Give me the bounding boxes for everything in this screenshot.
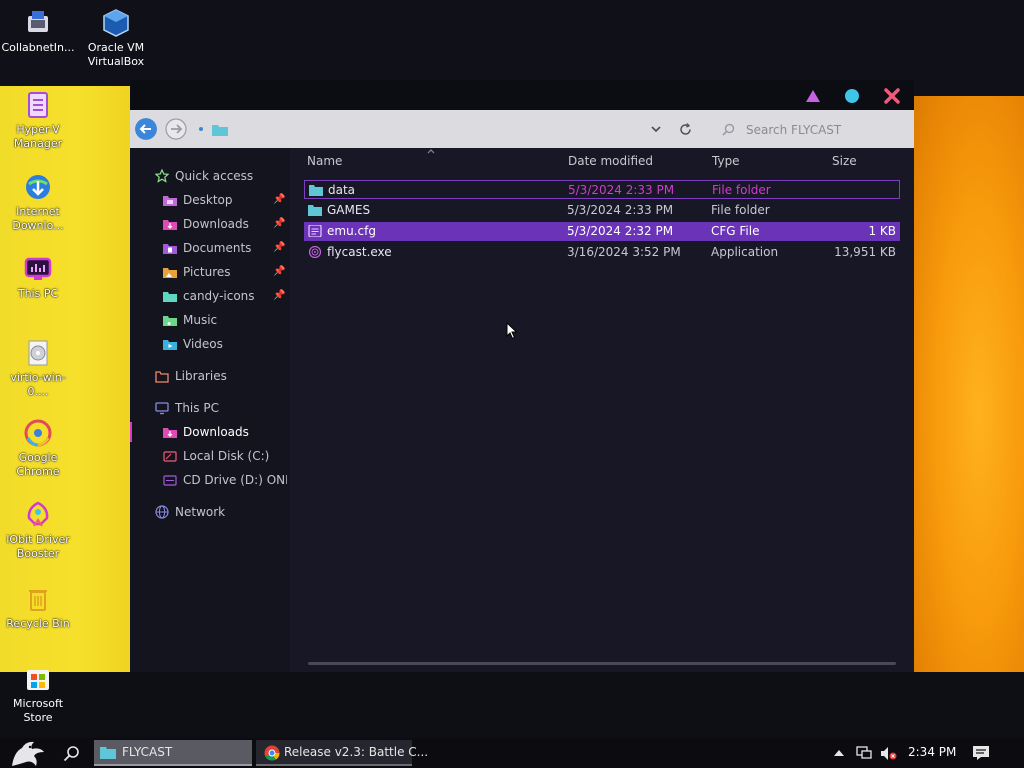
- nav-desktop[interactable]: Desktop 📌: [163, 190, 285, 210]
- minimize-icon[interactable]: [804, 87, 822, 105]
- pictures-folder-icon: [163, 268, 177, 278]
- pin-icon[interactable]: 📌: [273, 214, 285, 234]
- nav-cd-drive[interactable]: CD Drive (D:) ONE_I: [163, 470, 287, 490]
- downloads-folder-icon: [163, 220, 177, 230]
- file-row-games[interactable]: GAMES 5/3/2024 2:33 PM File folder: [304, 201, 900, 220]
- desktop-icon-virtio[interactable]: virtio-win-0....: [0, 338, 76, 399]
- folder-icon: [308, 205, 322, 216]
- pin-icon[interactable]: 📌: [273, 262, 285, 282]
- file-row-emu-cfg[interactable]: emu.cfg 5/3/2024 2:32 PM CFG File 1 KB: [304, 222, 900, 241]
- taskbar-button-explorer[interactable]: FLYCAST: [94, 740, 252, 766]
- forward-arrow-icon[interactable]: [165, 118, 187, 140]
- desktop-icon-internet-download[interactable]: Internet Downlo...: [0, 172, 76, 233]
- mouse-cursor-icon: [506, 322, 518, 340]
- desktop-icon-virtualbox[interactable]: Oracle VM VirtualBox: [78, 8, 154, 69]
- sort-chevron-icon: [427, 149, 435, 154]
- chrome-icon: [24, 419, 52, 447]
- collabnet-icon: [28, 11, 48, 32]
- search-icon[interactable]: [63, 745, 80, 762]
- text-file-icon: [308, 225, 322, 237]
- desktop-folder-icon: [163, 196, 177, 206]
- column-header-date[interactable]: Date modified: [568, 154, 653, 168]
- close-icon[interactable]: [883, 87, 901, 105]
- taskbar-clock[interactable]: 2:34 PM: [908, 745, 956, 759]
- star-icon: [155, 169, 169, 183]
- back-arrow-icon[interactable]: [135, 118, 157, 140]
- taskbar-button-chrome[interactable]: Release v2.3: Battle C...: [256, 740, 428, 766]
- refresh-icon[interactable]: [679, 123, 692, 136]
- desktop-icon-recycle-bin[interactable]: Recycle Bin: [0, 584, 76, 631]
- microsoft-store-icon: [27, 670, 49, 690]
- file-row-data[interactable]: data 5/3/2024 2:33 PM File folder: [304, 180, 900, 199]
- search-icon: [722, 123, 735, 136]
- flycast-app-icon: [308, 246, 322, 258]
- documents-folder-icon: [163, 244, 177, 254]
- file-list: Name Date modified Type Size data 5/3/20…: [290, 148, 914, 672]
- desktop-icon-chrome[interactable]: Google Chrome: [0, 418, 76, 479]
- notifications-icon[interactable]: [972, 745, 990, 761]
- search-box[interactable]: [714, 118, 910, 140]
- chevron-down-icon[interactable]: [650, 124, 662, 134]
- pin-icon[interactable]: 📌: [273, 190, 285, 210]
- monitor-icon: [155, 402, 169, 415]
- file-explorer-window: Quick access Desktop 📌 Downloads 📌 Docum…: [130, 80, 914, 672]
- folder-icon: [100, 747, 116, 759]
- cd-drive-icon: [163, 475, 177, 486]
- libraries-icon: [155, 371, 169, 383]
- nav-candy-icons[interactable]: candy-icons 📌: [163, 286, 285, 306]
- music-folder-icon: [163, 316, 177, 326]
- videos-folder-icon: [163, 340, 177, 350]
- internet-download-manager-icon: [26, 175, 50, 199]
- selection-indicator: [130, 422, 132, 442]
- desktop-icon-hyperv[interactable]: Hyper-V Manager: [0, 90, 76, 151]
- drive-icon: [163, 451, 177, 462]
- wallpaper-dark-strip: [0, 672, 1024, 738]
- nav-downloads[interactable]: Downloads 📌: [163, 214, 285, 234]
- address-bar: [130, 110, 914, 148]
- column-header-name[interactable]: Name: [307, 154, 342, 168]
- search-input[interactable]: [744, 120, 908, 140]
- maximize-icon[interactable]: [843, 87, 861, 105]
- downloads-folder-icon: [163, 428, 177, 438]
- horizontal-scrollbar[interactable]: [308, 662, 896, 665]
- start-dragon-icon[interactable]: [8, 738, 48, 768]
- iobit-driver-booster-icon: [27, 501, 49, 527]
- desktop-icon-iobit[interactable]: IObit Driver Booster: [0, 500, 76, 561]
- folder-icon: [309, 185, 323, 196]
- dot-icon: [199, 127, 203, 131]
- folder-icon: [212, 125, 228, 136]
- chrome-icon: [264, 745, 280, 761]
- this-pc-icon: [24, 257, 52, 280]
- disc-image-icon: [28, 340, 48, 366]
- file-row-flycast-exe[interactable]: flycast.exe 3/16/2024 3:52 PM Applicatio…: [304, 243, 900, 262]
- column-header-size[interactable]: Size: [832, 154, 857, 168]
- recycle-bin-icon: [29, 590, 47, 611]
- virtualbox-icon: [103, 9, 129, 37]
- pin-icon[interactable]: 📌: [273, 286, 285, 306]
- navigation-pane: Quick access Desktop 📌 Downloads 📌 Docum…: [130, 148, 290, 672]
- hyperv-manager-icon: [28, 92, 48, 118]
- desktop-icon-collabnet[interactable]: CollabnetIn...: [0, 8, 76, 55]
- volume-muted-icon[interactable]: [880, 746, 898, 761]
- pin-icon[interactable]: 📌: [273, 238, 285, 258]
- window-titlebar[interactable]: [130, 80, 914, 110]
- taskbar: FLYCAST Release v2.3: Battle C... 2:34 P…: [0, 738, 1024, 768]
- column-header-type[interactable]: Type: [712, 154, 740, 168]
- network-icon[interactable]: [856, 746, 872, 760]
- desktop-icon-microsoft-store[interactable]: Microsoft Store: [0, 664, 76, 725]
- chevron-up-icon[interactable]: [833, 748, 845, 758]
- desktop-icon-this-pc[interactable]: This PC: [0, 254, 76, 301]
- folder-icon: [163, 292, 177, 302]
- network-globe-icon: [155, 505, 169, 519]
- nav-pictures[interactable]: Pictures 📌: [163, 262, 285, 282]
- wallpaper-orange-panel: [912, 96, 1024, 672]
- nav-documents[interactable]: Documents 📌: [163, 238, 285, 258]
